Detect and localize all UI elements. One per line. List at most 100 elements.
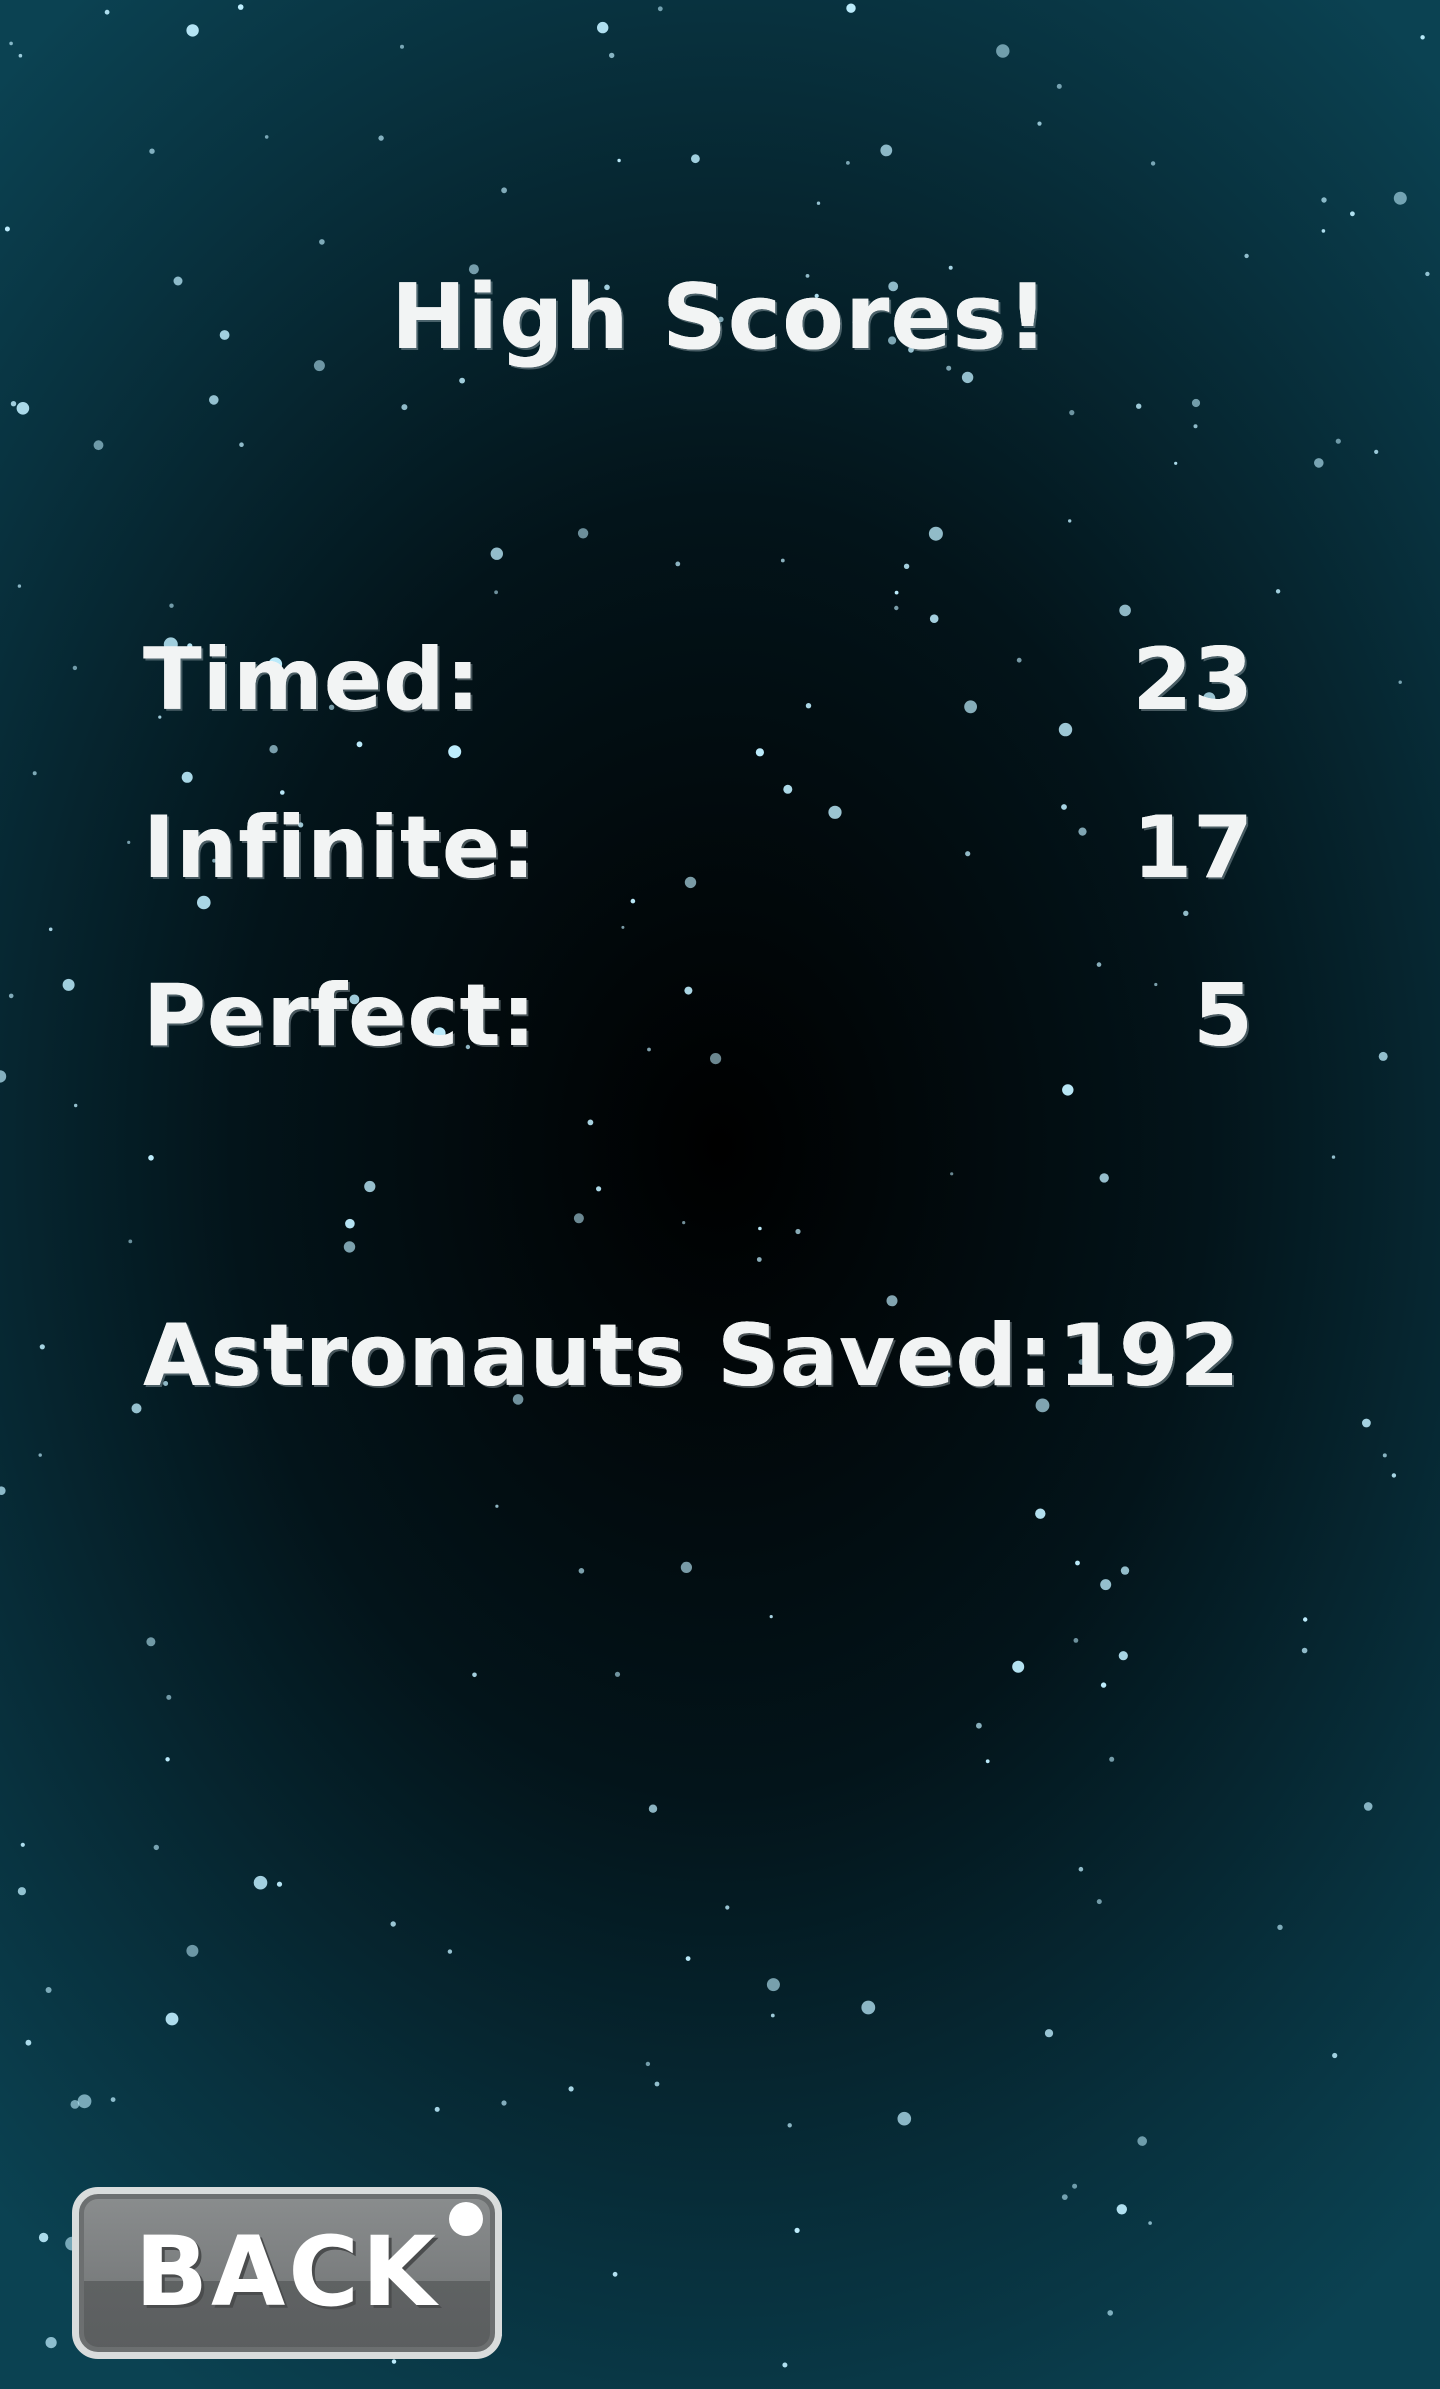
star [495,1504,499,1508]
star [186,24,199,37]
star [894,590,899,595]
star [1378,1051,1388,1061]
star [645,2061,651,2067]
star [1277,1924,1283,1931]
star [448,745,462,759]
star [391,2359,397,2364]
star [17,1887,26,1896]
star [148,1155,154,1161]
star [364,1180,376,1193]
star [657,6,663,12]
star [846,161,850,165]
star [1244,253,1249,259]
star [4,226,10,232]
star [1044,2029,1054,2038]
star [343,1241,356,1253]
star [1075,1560,1080,1566]
star [1109,1756,1115,1762]
star [1363,1802,1373,1811]
star [1301,1647,1308,1654]
star [17,584,22,588]
star [1374,449,1379,454]
star [780,558,785,563]
star [1303,1617,1308,1622]
star [1096,1899,1102,1905]
star [614,1671,621,1677]
star [1150,161,1156,166]
star [1321,229,1326,233]
star [783,784,793,794]
star [597,21,609,34]
star [400,44,404,49]
star [378,135,384,141]
star [648,1804,658,1813]
star [0,1070,7,1083]
star [501,187,507,194]
star [269,745,278,754]
star [1362,1418,1371,1428]
star [1016,657,1022,663]
star [609,52,615,59]
star [131,1403,142,1414]
star [1116,2204,1128,2215]
star [654,2081,660,2087]
star [929,614,939,623]
star [276,1881,283,1887]
star [390,1921,396,1927]
star [1314,458,1324,468]
star [434,2106,440,2112]
star [684,986,693,995]
star [680,1561,693,1573]
back-button[interactable]: BACK [72,2187,502,2359]
star [1174,461,1178,465]
star [587,1119,594,1126]
score-label-timed: Timed: [143,630,482,730]
star [181,771,193,783]
star [1078,1866,1084,1872]
astronauts-saved-label: Astronauts Saved: [143,1306,1054,1406]
star [490,547,503,560]
star [1099,1173,1109,1183]
star [710,1053,722,1065]
star [1137,2136,1147,2146]
star [10,401,17,407]
star [1035,1508,1046,1519]
page-title: High Scores! [390,265,1050,370]
star [756,1257,762,1262]
star [401,404,408,411]
star [72,665,78,671]
star [472,1672,477,1678]
star [985,1759,990,1764]
star [617,158,621,163]
star [1148,2221,1152,2225]
star [25,2039,32,2046]
star [1321,197,1327,203]
star [1275,589,1281,594]
star [18,53,23,58]
star [1100,1579,1112,1591]
star [903,563,910,569]
star [794,2227,800,2233]
star [253,1875,268,1890]
star [169,603,174,608]
star [782,2362,788,2368]
star [39,1344,45,1350]
star [1068,519,1072,523]
star [964,700,977,714]
star [48,927,53,932]
star [128,1239,133,1244]
star [1037,121,1042,126]
score-label-perfect: Perfect: [143,966,537,1066]
star [1332,2052,1338,2059]
star [494,590,498,595]
star [1120,1566,1130,1575]
star [1382,1453,1387,1458]
star [805,703,812,709]
star [77,2094,92,2109]
star [110,2097,116,2103]
star [976,1722,982,1729]
star [647,1047,651,1052]
star [1061,2194,1068,2201]
star [1391,1473,1397,1478]
star [675,561,681,567]
